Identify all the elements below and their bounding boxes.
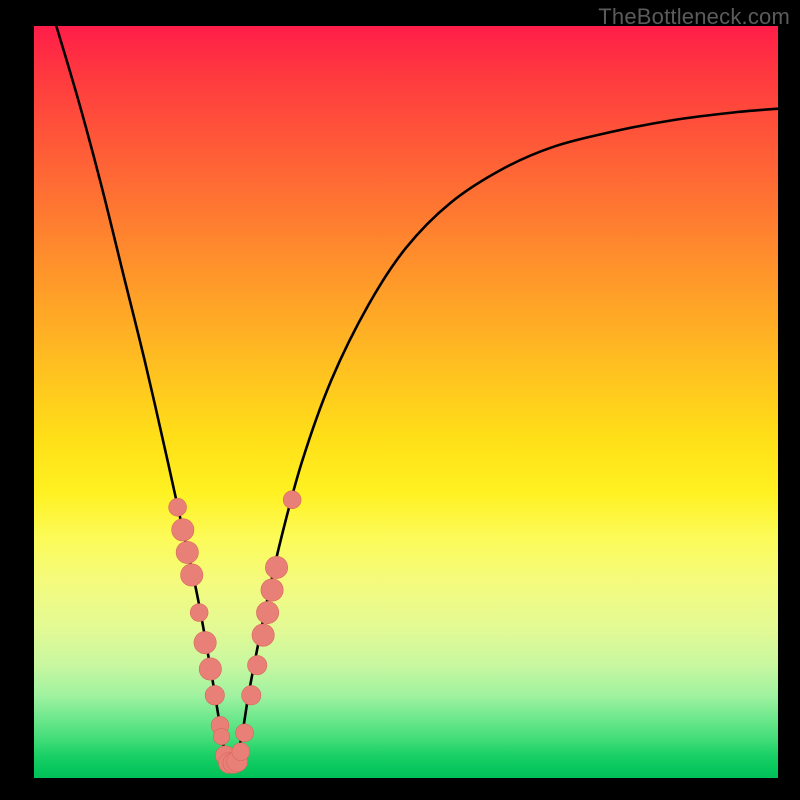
watermark-text: TheBottleneck.com (598, 4, 790, 30)
chart-frame: TheBottleneck.com (0, 0, 800, 800)
plot-background-gradient (34, 26, 778, 778)
